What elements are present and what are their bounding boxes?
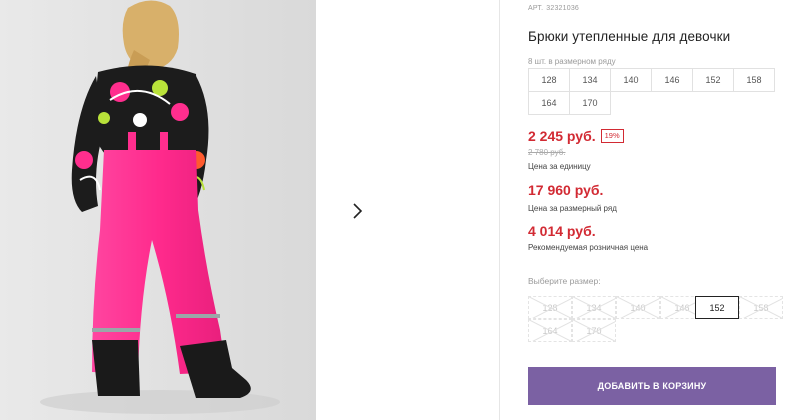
sku: АРТ. 32321036 — [528, 5, 579, 12]
size-picker-label: Выберите размер: — [528, 276, 601, 286]
chevron-right-icon — [353, 203, 363, 219]
size-range-cell: 152 — [693, 69, 734, 92]
size-option-134: 134 — [572, 296, 616, 319]
product-title: Брюки утепленные для девочки — [528, 29, 731, 44]
size-option-128: 128 — [528, 296, 572, 319]
size-option-164: 164 — [528, 319, 572, 342]
size-option-158: 158 — [739, 296, 783, 319]
divider — [499, 0, 500, 420]
size-option-152[interactable]: 152 — [695, 296, 739, 319]
unit-price: 2 245 руб. — [528, 128, 596, 144]
product-photo[interactable] — [0, 0, 316, 420]
size-range-cell: 128 — [529, 69, 570, 92]
add-to-cart-button[interactable]: ДОБАВИТЬ В КОРЗИНУ — [528, 367, 776, 405]
old-price: 2 780 руб. — [528, 148, 566, 157]
product-photo-illustration — [0, 0, 316, 420]
size-option-140: 140 — [616, 296, 660, 319]
size-picker: 128 134 140 146 152 158 164 170 — [528, 296, 794, 342]
size-option-170: 170 — [572, 319, 616, 342]
range-price-note: Цена за размерный ряд — [528, 204, 617, 213]
unit-price-note: Цена за единицу — [528, 162, 591, 171]
size-range-cell: 170 — [570, 92, 611, 115]
next-image-button[interactable] — [338, 192, 376, 230]
size-range-table: 128 134 140 146 152 158 164 170 — [528, 68, 775, 115]
pack-note: 8 шт. в размерном ряду — [528, 57, 616, 66]
size-range-cell: 146 — [652, 69, 693, 92]
size-range-cell: 140 — [611, 69, 652, 92]
retail-price: 4 014 руб. — [528, 223, 596, 239]
size-range-cell: 158 — [734, 69, 775, 92]
sku-value: 32321036 — [546, 5, 580, 12]
range-price: 17 960 руб. — [528, 182, 604, 198]
size-range-cell: 164 — [529, 92, 570, 115]
sku-label: АРТ. — [528, 5, 544, 12]
unit-price-row: 2 245 руб. 19% — [528, 128, 624, 144]
retail-price-note: Рекомендуемая розничная цена — [528, 243, 649, 252]
discount-badge: 19% — [600, 129, 624, 143]
size-range-cell: 134 — [570, 69, 611, 92]
